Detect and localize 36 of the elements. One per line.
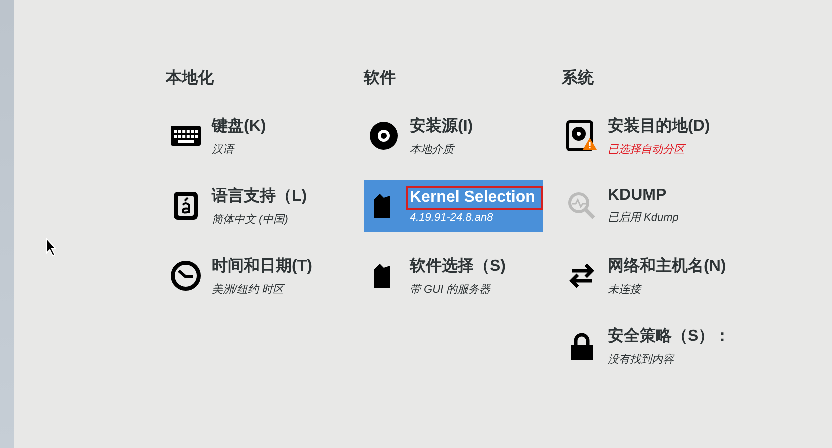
item-status: 4.19.91-24.8.an8 (410, 212, 494, 224)
item-status: 已选择自动分区 (608, 142, 688, 156)
item-status: 简体中文 (中国) (212, 212, 290, 226)
magnifier-icon (566, 190, 598, 222)
item-title: 安装源(I) (409, 116, 474, 136)
hub-item[interactable]: 网络和主机名(N) 未连接 (562, 250, 741, 302)
item-status: 本地介质 (410, 142, 456, 156)
item-title: 网络和主机名(N) (607, 256, 728, 276)
item-title: 安装目的地(D) (607, 116, 712, 136)
section-heading: 软件 (364, 68, 397, 88)
item-title: 时间和日期(T) (211, 256, 314, 276)
hub-item[interactable]: 安装源(I) 本地介质 (364, 110, 543, 162)
item-title: 键盘(K) (210, 116, 268, 136)
item-status: 美洲/纽约 时区 (212, 282, 286, 296)
hub-item[interactable]: 键盘(K) 汉语 (166, 110, 345, 162)
item-title: 安全策略（S）： (607, 326, 732, 346)
item-title: 语言支持（L) (210, 186, 308, 206)
item-status: 已启用 Kdump (608, 210, 679, 225)
section-heading: 系统 (562, 68, 595, 88)
item-title: KDUMP (607, 186, 668, 206)
item-status: 汉语 (212, 142, 236, 156)
item-status: 没有找到内容 (608, 352, 676, 366)
hub-item[interactable]: 时间和日期(T) 美洲/纽约 时区 (166, 250, 345, 302)
disk-warning-icon (566, 120, 598, 152)
hub-item[interactable]: 语言支持（L) 简体中文 (中国) (166, 180, 345, 232)
clock-icon (170, 260, 202, 292)
hub-item[interactable]: 软件选择（S) 带 GUI 的服务器 (364, 250, 543, 302)
item-status: 带 GUI 的服务器 (410, 282, 492, 296)
section-heading: 本地化 (166, 68, 215, 88)
disc-icon (368, 120, 400, 152)
hub-item[interactable]: 安装目的地(D) 已选择自动分区 (562, 110, 741, 162)
hub-item[interactable]: 安全策略（S）： 没有找到内容 (562, 320, 741, 372)
item-title: 软件选择（S) (408, 256, 507, 276)
item-title: Kernel Selection (406, 186, 543, 210)
item-status: 未连接 (608, 282, 643, 296)
mouse-pointer-icon (46, 238, 58, 258)
